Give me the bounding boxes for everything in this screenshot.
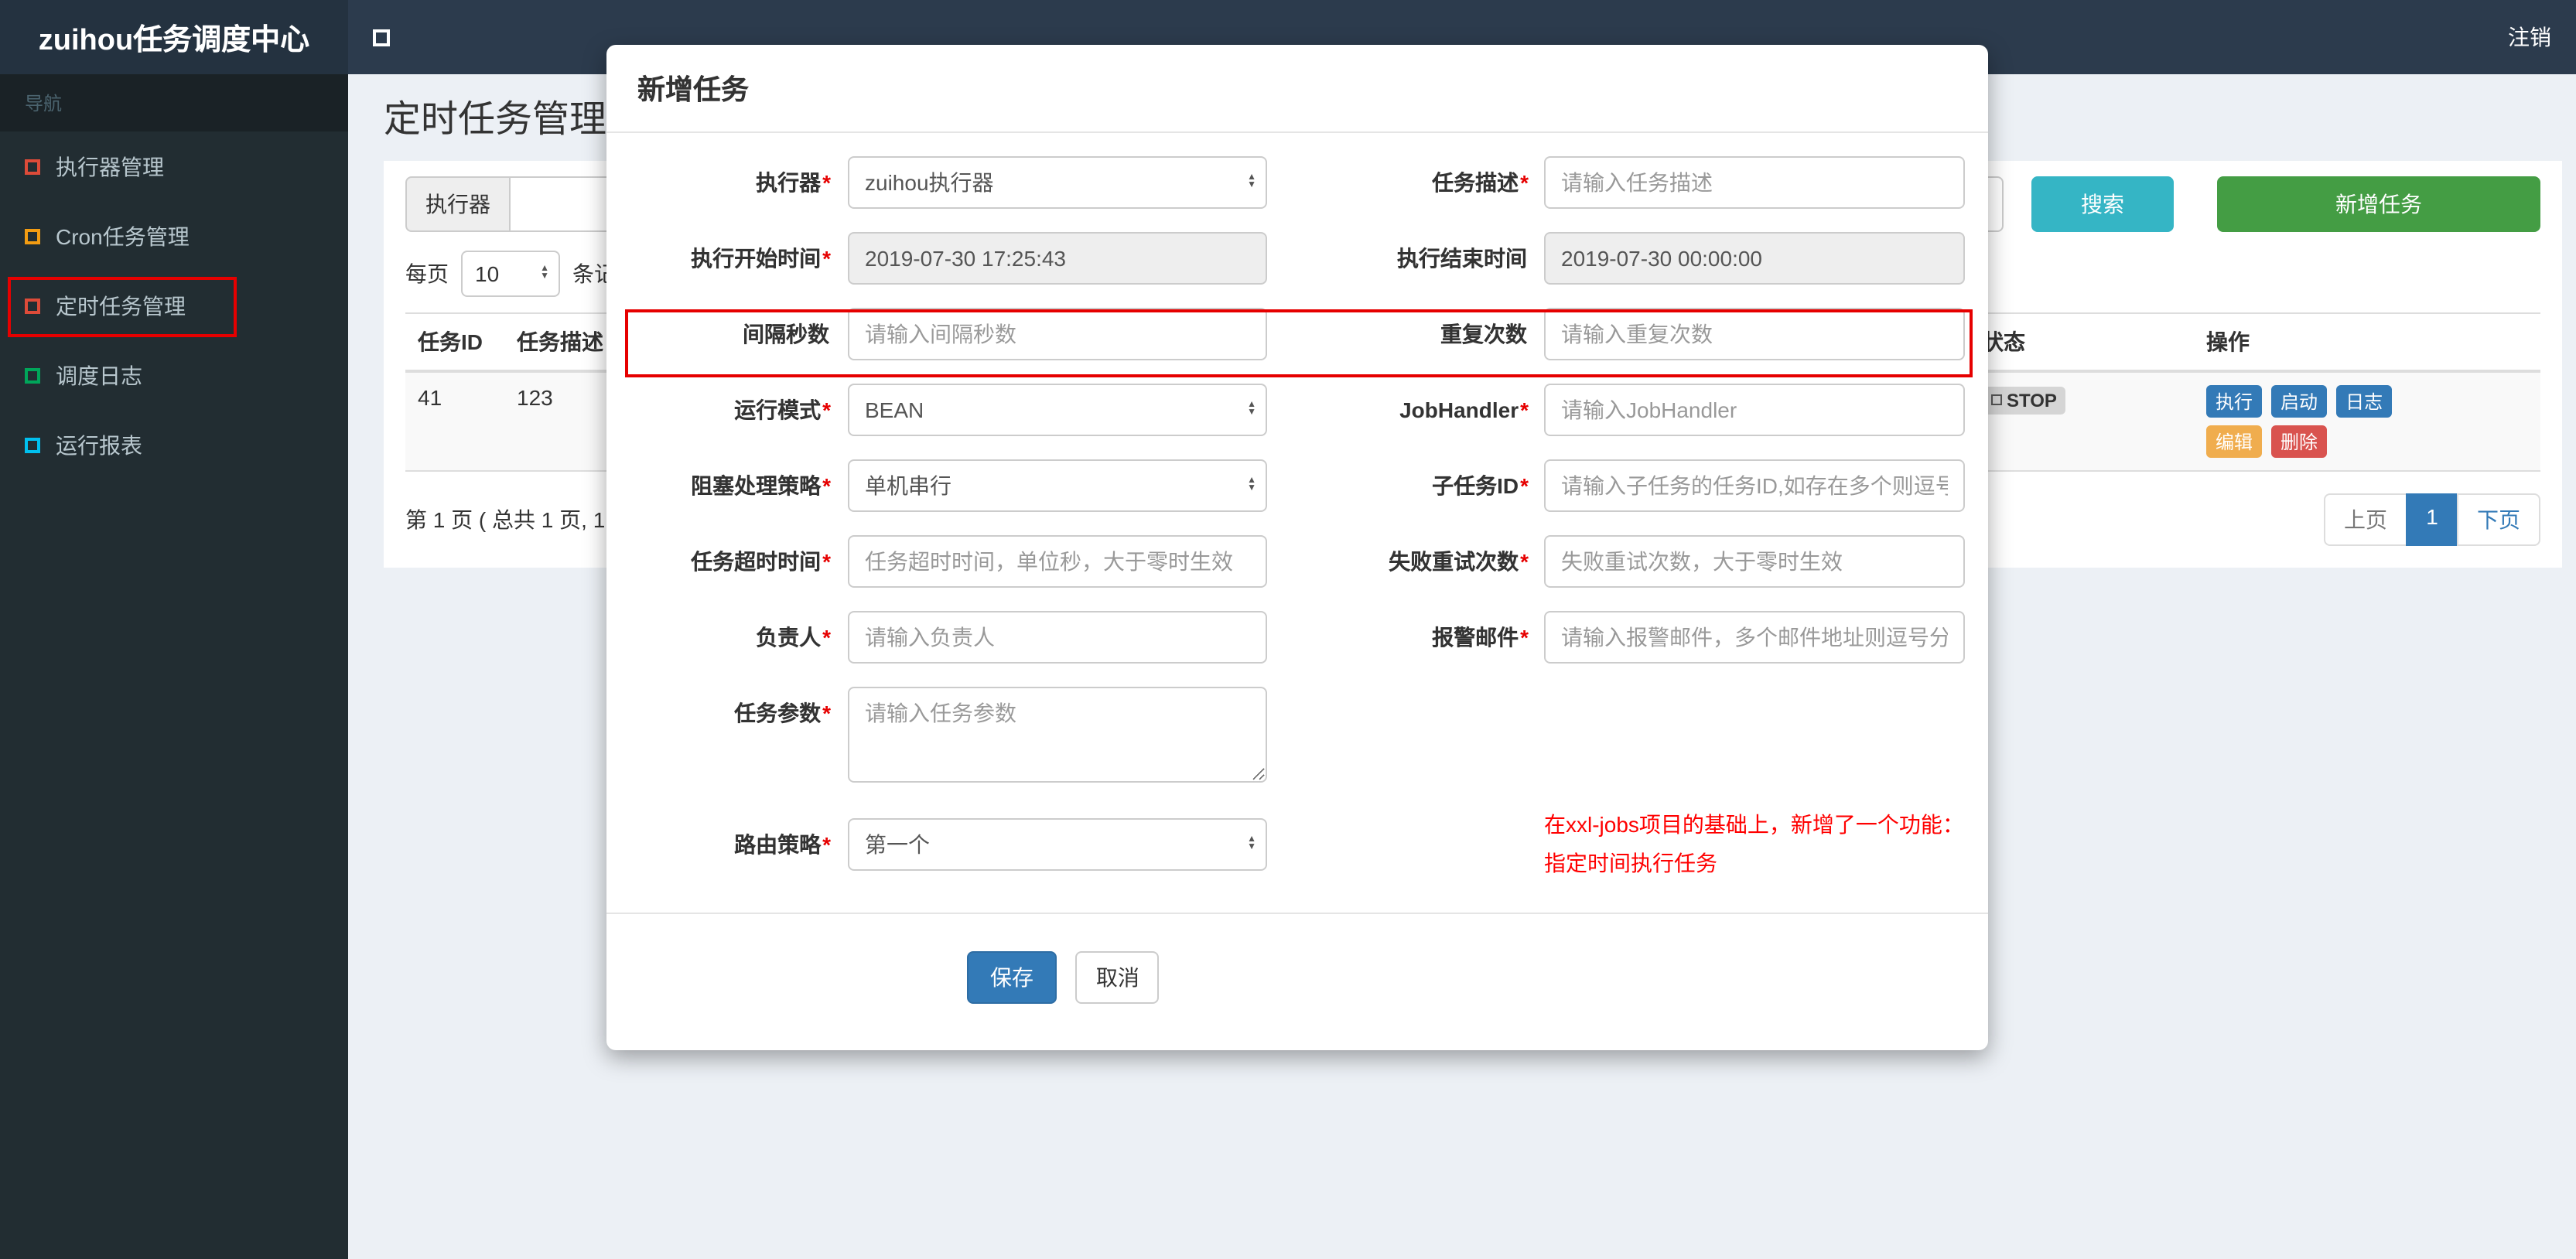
sidebar-toggle-icon[interactable] <box>373 29 390 46</box>
edit-button[interactable]: 编辑 <box>2206 425 2263 458</box>
run-mode-label: 运行模式 * <box>734 397 831 422</box>
square-icon <box>25 228 40 244</box>
executor-select[interactable]: zuihou执行器 ▲ ▼ <box>848 156 1267 209</box>
run-mode-select[interactable]: BEAN ▲ ▼ <box>848 384 1267 436</box>
job-handler-label: JobHandler * <box>1399 397 1529 422</box>
block-strategy-label: 阻塞处理策略 * <box>691 473 831 498</box>
modal-header: 新增任务 <box>606 45 1988 133</box>
status-badge: STOP <box>1982 386 2066 414</box>
select-arrows-icon: ▲ ▼ <box>540 264 549 281</box>
add-task-button[interactable]: 新增任务 <box>2217 176 2540 232</box>
start-button[interactable]: 启动 <box>2271 385 2328 418</box>
prev-page-button[interactable]: 上页 <box>2324 493 2407 546</box>
repeat-count-input[interactable] <box>1544 308 1965 360</box>
feature-note-text: 在xxl-jobs项目的基础上，新增了一个功能：指定时间执行任务 <box>1544 812 1964 875</box>
child-job-id-input[interactable] <box>1544 459 1965 512</box>
per-page-select-value: 10 <box>475 261 500 286</box>
timeout-label: 任务超时时间 * <box>691 549 831 574</box>
sidebar-item-cron-task-manage[interactable]: Cron任务管理 <box>0 201 348 271</box>
search-button[interactable]: 搜索 <box>2031 176 2174 232</box>
fail-retry-input[interactable] <box>1544 535 1965 588</box>
col-header-status: 状态 <box>1970 312 2194 373</box>
select-arrows-icon: ▲ ▼ <box>1247 173 1256 190</box>
col-header-operations: 操作 <box>2194 312 2540 373</box>
col-header-job-id: 任务ID <box>405 312 504 373</box>
run-button[interactable]: 执行 <box>2206 385 2263 418</box>
select-arrows-icon: ▲ ▼ <box>1247 476 1256 493</box>
executor-filter-addon: 执行器 <box>405 176 509 232</box>
add-task-modal: 新增任务 执行器 * zuihou执行器 ▲ ▼ 任务描述 * 请输入任务描述 … <box>606 45 1988 1050</box>
start-time-label: 执行开始时间 * <box>691 246 831 271</box>
sidebar-item-dispatch-log[interactable]: 调度日志 <box>0 340 348 410</box>
executor-label: 执行器 * <box>756 170 831 195</box>
per-page-select[interactable]: 10 ▲ ▼ <box>461 251 560 297</box>
cell-job-id: 41 <box>405 371 504 472</box>
alarm-email-label: 报警邮件 * <box>1432 625 1529 650</box>
owner-input[interactable] <box>848 611 1267 664</box>
square-icon <box>25 367 40 383</box>
job-param-textarea[interactable] <box>848 687 1267 783</box>
square-icon <box>25 298 40 313</box>
interval-seconds-label: 间隔秒数 <box>743 322 829 346</box>
block-strategy-select[interactable]: 单机串行 ▲ ▼ <box>848 459 1267 512</box>
per-page-prefix: 每页 <box>405 261 449 286</box>
cancel-button[interactable]: 取消 <box>1075 951 1160 1004</box>
select-arrows-icon: ▲ ▼ <box>1247 834 1256 851</box>
job-desc-input[interactable] <box>1544 156 1965 209</box>
start-time-input[interactable] <box>848 232 1267 285</box>
sidebar-item-label: 运行报表 <box>56 432 142 457</box>
end-time-label: 执行结束时间 <box>1397 246 1527 271</box>
modal-footer: 保存 取消 <box>606 914 1988 1050</box>
pager: 上页 1 下页 <box>2324 493 2540 546</box>
sidebar-item-executor-manage[interactable]: 执行器管理 <box>0 131 348 201</box>
cell-operations: 执行 启动 日志 编辑 删除 <box>2194 371 2540 472</box>
stop-square-icon <box>1991 394 2002 405</box>
timeout-input[interactable] <box>848 535 1267 588</box>
owner-label: 负责人 * <box>756 625 831 650</box>
app-viewport: zuihou任务调度中心 注销 导航 执行器管理 Cron任务管理 定时任务管理… <box>0 0 2576 1259</box>
delete-button[interactable]: 删除 <box>2271 425 2328 458</box>
sidebar-item-label: 调度日志 <box>56 363 142 387</box>
logout-link[interactable]: 注销 <box>2508 22 2551 53</box>
brand-title: zuihou任务调度中心 <box>0 0 348 74</box>
end-time-input[interactable] <box>1544 232 1965 285</box>
route-strategy-select[interactable]: 第一个 ▲ ▼ <box>848 817 1267 870</box>
pagination-summary: 第 1 页 ( 总共 1 页, 1 <box>405 507 606 532</box>
sidebar: 导航 执行器管理 Cron任务管理 定时任务管理 调度日志 运行报表 <box>0 74 348 1259</box>
next-page-button[interactable]: 下页 <box>2457 493 2540 546</box>
repeat-count-label: 重复次数 <box>1440 322 1527 346</box>
modal-body: 执行器* zuihou执行器 ▲▼ 任务描述* 执行开始时间* <box>606 133 1988 882</box>
sidebar-item-run-report[interactable]: 运行报表 <box>0 410 348 479</box>
log-button[interactable]: 日志 <box>2336 385 2393 418</box>
nav-section-header: 导航 <box>0 74 348 131</box>
save-button[interactable]: 保存 <box>967 951 1057 1004</box>
sidebar-item-label: Cron任务管理 <box>56 223 190 248</box>
sidebar-item-timed-task-manage[interactable]: 定时任务管理 <box>0 271 348 340</box>
fail-retry-label: 失败重试次数 * <box>1389 549 1529 574</box>
job-param-label: 任务参数 * <box>734 701 831 725</box>
square-icon <box>25 159 40 174</box>
interval-seconds-input[interactable] <box>848 308 1267 360</box>
square-icon <box>25 437 40 452</box>
modal-title: 新增任务 <box>637 74 749 105</box>
route-strategy-label: 路由策略 * <box>734 831 831 856</box>
alarm-email-input[interactable] <box>1544 611 1965 664</box>
sidebar-item-label: 执行器管理 <box>56 154 164 179</box>
sidebar-item-label: 定时任务管理 <box>56 293 186 318</box>
select-arrows-icon: ▲ ▼ <box>1247 401 1256 418</box>
page-1-button[interactable]: 1 <box>2406 493 2458 546</box>
child-job-id-label: 子任务ID * <box>1432 473 1529 498</box>
job-handler-input[interactable] <box>1544 384 1965 436</box>
job-desc-label: 任务描述 * <box>1432 170 1529 195</box>
cell-status: STOP <box>1970 371 2194 472</box>
